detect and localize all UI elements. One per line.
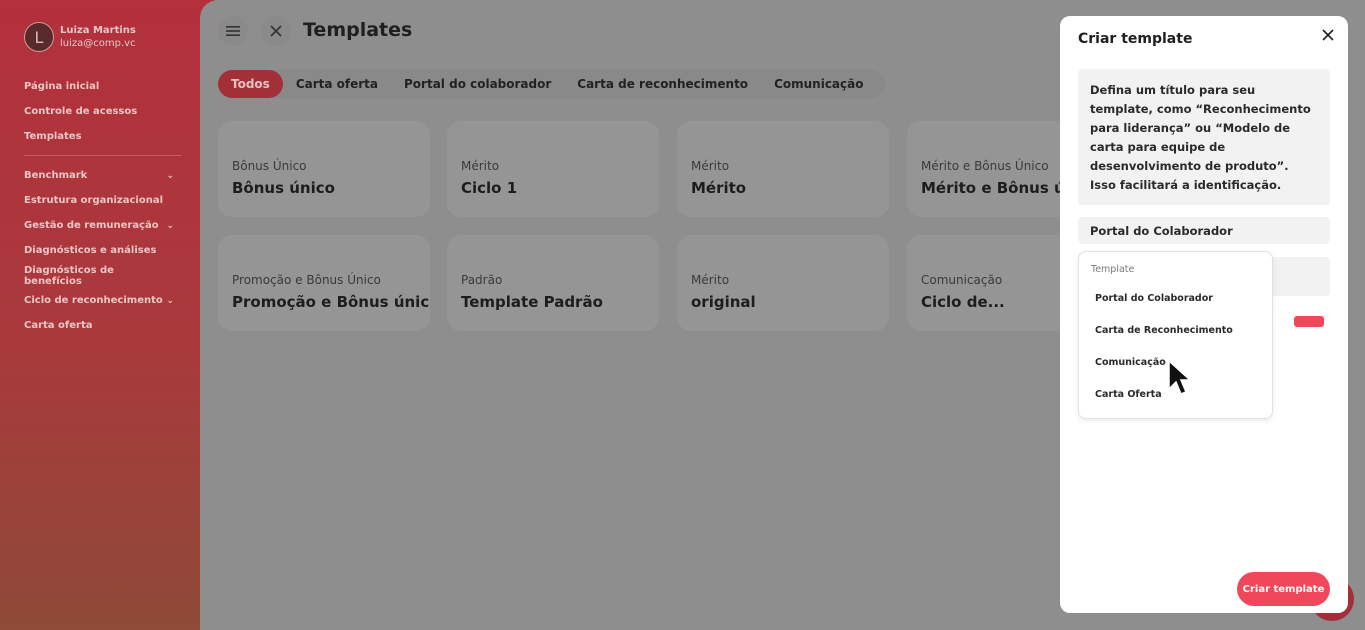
close-icon	[270, 25, 282, 37]
sidebar-item-diagnosticos-e-analises[interactable]: Diagnósticos e análises	[24, 238, 174, 263]
sidebar-item-ciclo-de-reconhecimento[interactable]: Ciclo de reconhecimento ⌄	[24, 288, 174, 313]
sidebar: L Luiza Martins luiza@comp.vc Página ini…	[0, 0, 215, 630]
sidebar-item-pagina-inicial[interactable]: Página inicial	[24, 74, 174, 99]
template-card[interactable]: Bônus Único Bônus único	[218, 121, 430, 217]
tab-carta-oferta[interactable]: Carta oferta	[283, 70, 391, 98]
sidebar-item-carta-oferta[interactable]: Carta oferta	[24, 313, 174, 338]
chevron-down-icon: ⌄	[166, 295, 174, 306]
tab-todos[interactable]: Todos	[218, 70, 283, 98]
template-tabs: Todos Carta oferta Portal do colaborador…	[218, 70, 887, 98]
card-title: Mérito	[691, 179, 747, 197]
create-template-modal: Criar template Defina um título para seu…	[1060, 16, 1348, 613]
card-title: original	[691, 293, 756, 311]
dropdown-label: Template	[1091, 264, 1135, 275]
dropdown-option-comunicacao[interactable]: Comunicação	[1095, 357, 1166, 368]
template-type-select[interactable]: Portal do Colaborador	[1078, 217, 1330, 244]
sidebar-nav: Página inicial Controle de acessos Templ…	[24, 74, 182, 338]
template-card[interactable]: Promoção e Bônus Único Promoção e Bônus …	[218, 235, 430, 331]
template-card[interactable]: Padrão Template Padrão	[447, 235, 659, 331]
card-title: Ciclo 1	[461, 179, 518, 197]
template-card[interactable]: Mérito original	[677, 235, 889, 331]
avatar[interactable]: L	[24, 22, 54, 52]
card-title: Promoção e Bônus único	[232, 293, 430, 311]
modal-title: Criar template	[1078, 31, 1193, 47]
card-category: Bônus Único	[232, 159, 307, 173]
card-category: Mérito	[691, 273, 730, 287]
sidebar-item-estrutura-organizacional[interactable]: Estrutura organizacional	[24, 188, 174, 213]
create-template-button[interactable]: Criar template	[1237, 572, 1330, 606]
sidebar-divider	[24, 155, 182, 156]
chevron-down-icon: ⌄	[166, 170, 174, 181]
tab-carta-de-reconhecimento[interactable]: Carta de reconhecimento	[564, 70, 761, 98]
modal-close-button[interactable]	[1319, 26, 1337, 44]
close-page-button[interactable]	[261, 16, 291, 46]
chevron-down-icon: ⌄	[166, 220, 174, 231]
sidebar-item-controle-de-acessos[interactable]: Controle de acessos	[24, 99, 174, 124]
user-email: luiza@comp.vc	[60, 38, 136, 49]
sidebar-item-templates[interactable]: Templates	[24, 124, 174, 149]
page-title: Templates	[303, 19, 413, 41]
dropdown-option-portal-do-colaborador[interactable]: Portal do Colaborador	[1095, 293, 1213, 304]
tab-portal-do-colaborador[interactable]: Portal do colaborador	[391, 70, 564, 98]
sidebar-item-gestao-de-remuneracao[interactable]: Gestão de remuneração ⌄	[24, 213, 174, 238]
mouse-cursor-icon	[1168, 360, 1190, 395]
info-text: Defina um título para seu template, como…	[1078, 69, 1330, 205]
user-name: Luiza Martins	[60, 25, 136, 36]
user-profile[interactable]: L Luiza Martins luiza@comp.vc	[24, 22, 136, 52]
card-category: Promoção e Bônus Único	[232, 273, 381, 287]
hamburger-icon	[226, 26, 240, 36]
dropdown-option-carta-de-reconhecimento[interactable]: Carta de Reconhecimento	[1095, 325, 1233, 336]
card-category: Mérito	[691, 159, 730, 173]
dropdown-option-carta-oferta[interactable]: Carta Oferta	[1095, 389, 1162, 400]
selected-value: Portal do Colaborador	[1090, 223, 1233, 238]
template-card[interactable]: Mérito Mérito	[677, 121, 889, 217]
sidebar-item-benchmark[interactable]: Benchmark ⌄	[24, 163, 174, 188]
toggle-chip[interactable]	[1294, 316, 1324, 327]
template-card[interactable]: Mérito Ciclo 1	[447, 121, 659, 217]
sidebar-item-diagnosticos-de-beneficios[interactable]: Diagnósticos de benefícios	[24, 263, 174, 288]
card-category: Padrão	[461, 273, 503, 287]
card-title: Bônus único	[232, 179, 335, 197]
close-icon	[1322, 29, 1334, 41]
card-category: Mérito	[461, 159, 500, 173]
card-title: Template Padrão	[461, 293, 603, 311]
tab-comunicacao[interactable]: Comunicação	[761, 70, 876, 98]
menu-button[interactable]	[218, 16, 248, 46]
